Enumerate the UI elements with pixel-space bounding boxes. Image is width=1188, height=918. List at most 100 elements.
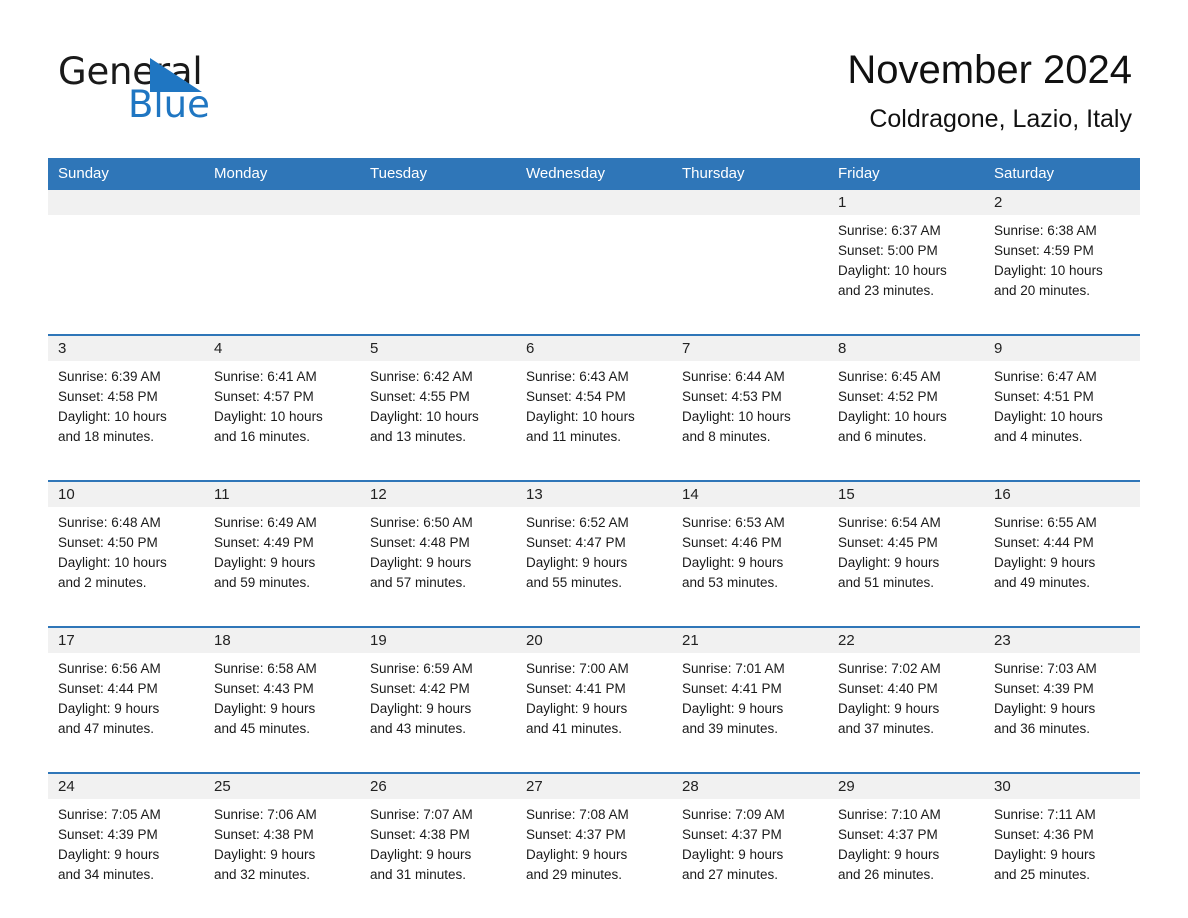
day-details: Sunrise: 7:02 AM Sunset: 4:40 PM Daylight:…: [828, 653, 984, 739]
day-detail-line: and 25 minutes.: [994, 867, 1091, 882]
weekday-header-row: Sunday Monday Tuesday Wednesday Thursday Frid…: [48, 158, 1140, 190]
day-number: 26: [360, 774, 516, 799]
calendar-day-empty: [672, 190, 828, 324]
day-detail-line: Daylight: 10 hours: [370, 409, 479, 424]
calendar-day-cell[interactable]: 7 Sunrise: 6:44 AM Sunset: 4:53 PM Daylight…: [672, 336, 828, 470]
calendar-day-cell[interactable]: 1 Sunrise: 6:37 AM Sunset: 5:00 PM Daylight…: [828, 190, 984, 324]
day-detail-line: Daylight: 9 hours: [370, 701, 472, 716]
day-detail-line: Sunrise: 6:44 AM: [682, 369, 785, 384]
calendar-grid: Sunday Monday Tuesday Wednesday Thursday Frid…: [48, 158, 1140, 908]
calendar-day-cell[interactable]: 17 Sunrise: 6:56 AM Sunset: 4:44 PM Dayligh…: [48, 628, 204, 762]
day-detail-line: Daylight: 10 hours: [838, 409, 947, 424]
calendar-day-cell[interactable]: 13 Sunrise: 6:52 AM Sunset: 4:47 PM Dayligh…: [516, 482, 672, 616]
day-number: 25: [204, 774, 360, 799]
calendar-day-empty: [48, 190, 204, 324]
day-details: Sunrise: 7:11 AM Sunset: 4:36 PM Daylight:…: [984, 799, 1140, 885]
day-detail-line: Sunrise: 6:58 AM: [214, 661, 317, 676]
day-details: Sunrise: 6:52 AM Sunset: 4:47 PM Daylight:…: [516, 507, 672, 593]
calendar-day-cell[interactable]: 9 Sunrise: 6:47 AM Sunset: 4:51 PM Daylight…: [984, 336, 1140, 470]
day-detail-line: Daylight: 9 hours: [370, 847, 472, 862]
calendar-day-cell[interactable]: 20 Sunrise: 7:00 AM Sunset: 4:41 PM Dayligh…: [516, 628, 672, 762]
day-detail-line: Sunset: 4:50 PM: [58, 535, 158, 550]
day-detail-line: Sunset: 4:38 PM: [370, 827, 470, 842]
calendar-day-cell[interactable]: 29 Sunrise: 7:10 AM Sunset: 4:37 PM Dayligh…: [828, 774, 984, 908]
day-detail-line: Sunrise: 6:37 AM: [838, 223, 941, 238]
day-number: [516, 190, 672, 215]
day-detail-line: Sunrise: 7:03 AM: [994, 661, 1097, 676]
day-detail-line: Sunset: 4:39 PM: [994, 681, 1094, 696]
day-details: Sunrise: 6:54 AM Sunset: 4:45 PM Daylight:…: [828, 507, 984, 593]
week-row-spacer: [48, 470, 1140, 480]
day-detail-line: and 20 minutes.: [994, 283, 1091, 298]
day-detail-line: and 11 minutes.: [526, 429, 622, 444]
day-number: 13: [516, 482, 672, 507]
day-number: 2: [984, 190, 1140, 215]
calendar-day-cell[interactable]: 28 Sunrise: 7:09 AM Sunset: 4:37 PM Dayligh…: [672, 774, 828, 908]
page-header: General Blue November 2024 Coldragone, L…: [0, 0, 1188, 150]
calendar-day-cell[interactable]: 11 Sunrise: 6:49 AM Sunset: 4:49 PM Dayligh…: [204, 482, 360, 616]
day-detail-line: Sunrise: 7:10 AM: [838, 807, 941, 822]
day-number: 29: [828, 774, 984, 799]
calendar-day-empty: [204, 190, 360, 324]
day-detail-line: Sunrise: 6:59 AM: [370, 661, 473, 676]
day-number: 23: [984, 628, 1140, 653]
day-detail-line: Daylight: 10 hours: [58, 409, 167, 424]
day-detail-line: Daylight: 9 hours: [838, 847, 940, 862]
calendar-day-cell[interactable]: 22 Sunrise: 7:02 AM Sunset: 4:40 PM Dayligh…: [828, 628, 984, 762]
day-detail-line: Sunrise: 7:05 AM: [58, 807, 161, 822]
day-detail-line: and 13 minutes.: [370, 429, 467, 444]
day-detail-line: Sunset: 4:47 PM: [526, 535, 626, 550]
calendar-day-cell[interactable]: 6 Sunrise: 6:43 AM Sunset: 4:54 PM Daylight…: [516, 336, 672, 470]
day-details: Sunrise: 6:37 AM Sunset: 5:00 PM Daylight:…: [828, 215, 984, 301]
calendar-week-row: 3 Sunrise: 6:39 AM Sunset: 4:58 PM Daylight…: [48, 334, 1140, 470]
day-detail-line: Sunrise: 6:53 AM: [682, 515, 785, 530]
calendar-day-cell[interactable]: 12 Sunrise: 6:50 AM Sunset: 4:48 PM Dayligh…: [360, 482, 516, 616]
day-detail-line: Daylight: 9 hours: [682, 555, 784, 570]
day-detail-line: and 59 minutes.: [214, 575, 311, 590]
general-blue-logo[interactable]: General Blue: [58, 52, 288, 125]
calendar-day-cell[interactable]: 21 Sunrise: 7:01 AM Sunset: 4:41 PM Dayligh…: [672, 628, 828, 762]
calendar-day-cell[interactable]: 24 Sunrise: 7:05 AM Sunset: 4:39 PM Dayligh…: [48, 774, 204, 908]
day-detail-line: Sunrise: 6:54 AM: [838, 515, 941, 530]
calendar-day-cell[interactable]: 2 Sunrise: 6:38 AM Sunset: 4:59 PM Daylight…: [984, 190, 1140, 324]
calendar-week-row: 17 Sunrise: 6:56 AM Sunset: 4:44 PM Dayligh…: [48, 626, 1140, 762]
day-detail-line: Sunset: 4:52 PM: [838, 389, 938, 404]
day-details: Sunrise: 7:00 AM Sunset: 4:41 PM Daylight:…: [516, 653, 672, 739]
calendar-day-cell[interactable]: 10 Sunrise: 6:48 AM Sunset: 4:50 PM Dayligh…: [48, 482, 204, 616]
day-details: [204, 215, 360, 221]
calendar-day-cell[interactable]: 5 Sunrise: 6:42 AM Sunset: 4:55 PM Daylight…: [360, 336, 516, 470]
calendar-day-cell[interactable]: 19 Sunrise: 6:59 AM Sunset: 4:42 PM Dayligh…: [360, 628, 516, 762]
day-detail-line: Sunset: 4:58 PM: [58, 389, 158, 404]
calendar-day-cell[interactable]: 30 Sunrise: 7:11 AM Sunset: 4:36 PM Dayligh…: [984, 774, 1140, 908]
day-detail-line: Sunset: 4:37 PM: [682, 827, 782, 842]
day-detail-line: and 47 minutes.: [58, 721, 155, 736]
calendar-day-cell[interactable]: 16 Sunrise: 6:55 AM Sunset: 4:44 PM Dayligh…: [984, 482, 1140, 616]
day-detail-line: Sunset: 4:37 PM: [526, 827, 626, 842]
day-detail-line: Daylight: 10 hours: [682, 409, 791, 424]
calendar-day-cell[interactable]: 4 Sunrise: 6:41 AM Sunset: 4:57 PM Daylight…: [204, 336, 360, 470]
day-details: Sunrise: 7:03 AM Sunset: 4:39 PM Daylight:…: [984, 653, 1140, 739]
page-title: November 2024: [847, 48, 1132, 92]
day-detail-line: Sunset: 5:00 PM: [838, 243, 938, 258]
calendar-day-cell[interactable]: 27 Sunrise: 7:08 AM Sunset: 4:37 PM Dayligh…: [516, 774, 672, 908]
calendar-day-cell[interactable]: 25 Sunrise: 7:06 AM Sunset: 4:38 PM Dayligh…: [204, 774, 360, 908]
calendar-day-cell[interactable]: 23 Sunrise: 7:03 AM Sunset: 4:39 PM Dayligh…: [984, 628, 1140, 762]
calendar-day-cell[interactable]: 8 Sunrise: 6:45 AM Sunset: 4:52 PM Daylight…: [828, 336, 984, 470]
weekday-header-monday: Monday: [214, 165, 268, 182]
day-detail-line: Daylight: 10 hours: [838, 263, 947, 278]
day-detail-line: and 31 minutes.: [370, 867, 467, 882]
day-details: Sunrise: 6:38 AM Sunset: 4:59 PM Daylight:…: [984, 215, 1140, 301]
day-detail-line: Daylight: 9 hours: [58, 847, 160, 862]
calendar-day-cell[interactable]: 14 Sunrise: 6:53 AM Sunset: 4:46 PM Dayligh…: [672, 482, 828, 616]
day-detail-line: Daylight: 9 hours: [994, 701, 1096, 716]
day-detail-line: Daylight: 9 hours: [526, 701, 628, 716]
calendar-day-cell[interactable]: 3 Sunrise: 6:39 AM Sunset: 4:58 PM Daylight…: [48, 336, 204, 470]
weekday-header-saturday: Saturday: [994, 165, 1055, 182]
calendar-day-cell[interactable]: 26 Sunrise: 7:07 AM Sunset: 4:38 PM Dayligh…: [360, 774, 516, 908]
day-detail-line: Sunset: 4:41 PM: [682, 681, 782, 696]
day-detail-line: Sunset: 4:57 PM: [214, 389, 314, 404]
day-detail-line: and 6 minutes.: [838, 429, 927, 444]
day-details: Sunrise: 6:49 AM Sunset: 4:49 PM Daylight:…: [204, 507, 360, 593]
calendar-day-cell[interactable]: 18 Sunrise: 6:58 AM Sunset: 4:43 PM Dayligh…: [204, 628, 360, 762]
calendar-day-cell[interactable]: 15 Sunrise: 6:54 AM Sunset: 4:45 PM Dayligh…: [828, 482, 984, 616]
